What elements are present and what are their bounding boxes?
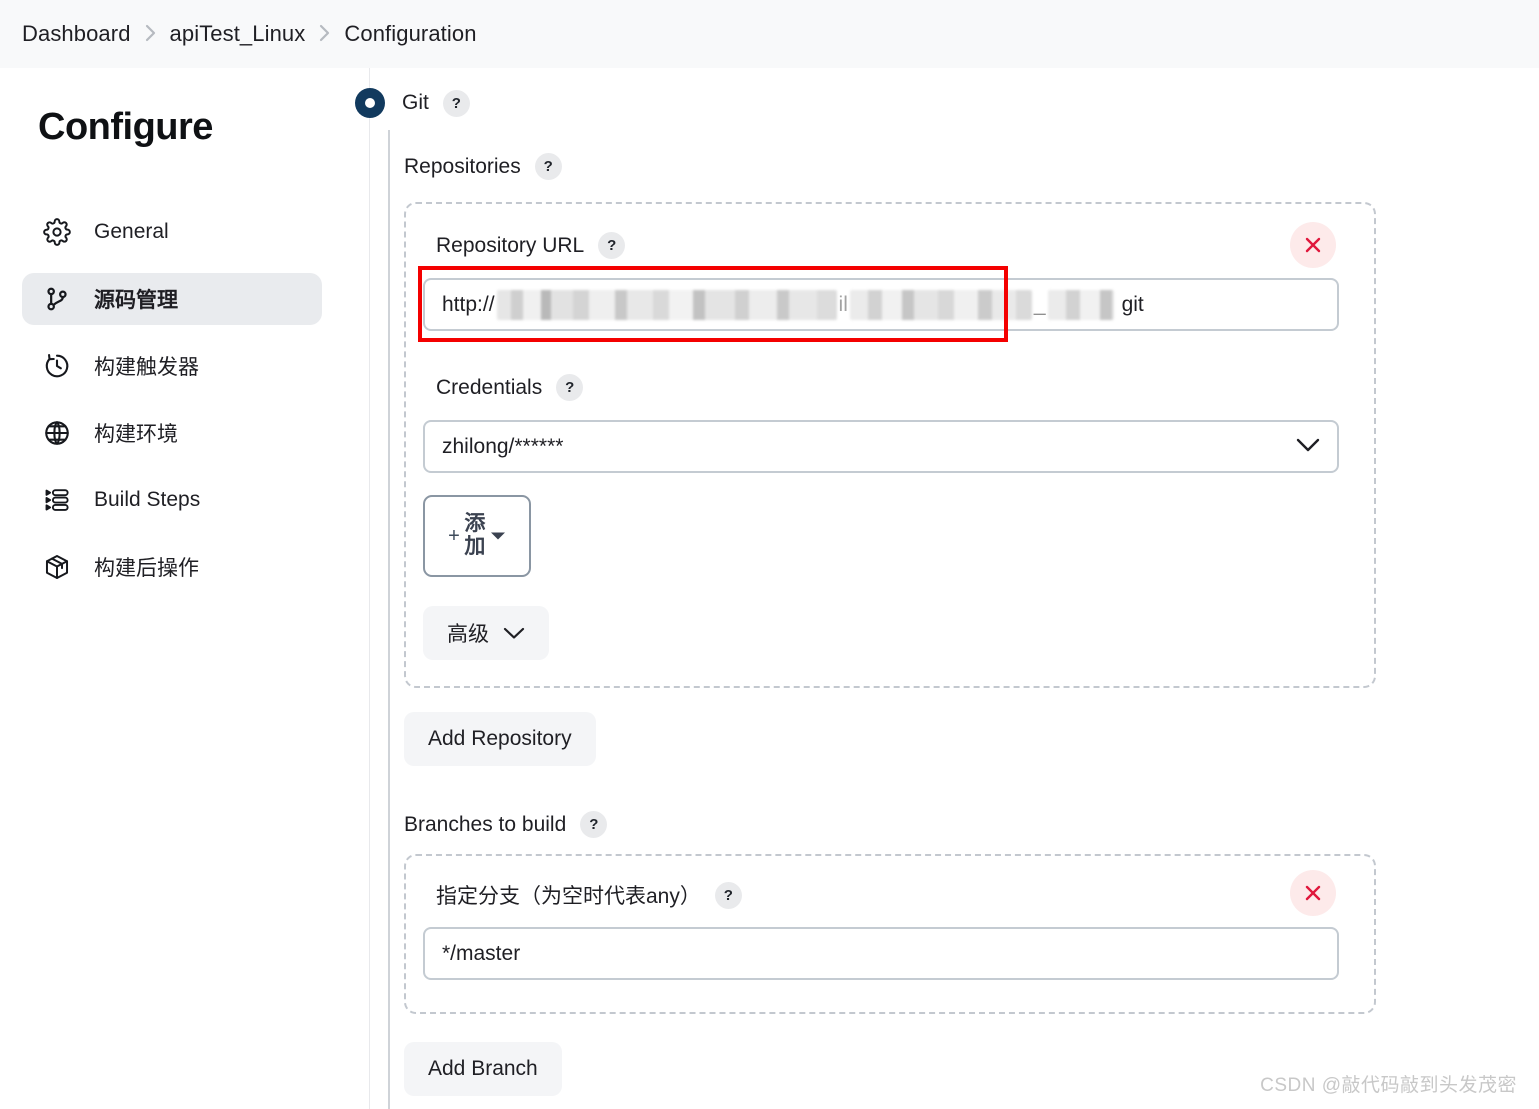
credentials-select[interactable]: zhilong/****** bbox=[423, 420, 1339, 473]
scm-option-git[interactable]: Git ? bbox=[355, 88, 470, 118]
git-branch-icon bbox=[42, 284, 72, 314]
caret-down-icon bbox=[490, 531, 506, 541]
sidebar-item-post-build-actions[interactable]: 构建后操作 bbox=[22, 541, 322, 593]
radio-git[interactable] bbox=[355, 88, 385, 118]
redacted-url-segment bbox=[497, 290, 837, 320]
branch-specifier-label: 指定分支（为空时代表any） ? bbox=[436, 880, 742, 910]
breadcrumb-item-configuration: Configuration bbox=[344, 21, 476, 47]
advanced-button[interactable]: 高级 bbox=[423, 606, 549, 660]
package-icon bbox=[42, 552, 72, 582]
breadcrumb-item-dashboard[interactable]: Dashboard bbox=[22, 21, 131, 47]
repositories-label-text: Repositories bbox=[404, 155, 521, 179]
configure-page: Dashboard apiTest_Linux Configuration Co… bbox=[0, 0, 1539, 1109]
sidebar-item-label: 构建后操作 bbox=[94, 552, 199, 582]
repository-url-input[interactable]: http:// il _ git bbox=[423, 278, 1339, 331]
add-credentials-button[interactable]: + 添加 bbox=[423, 495, 531, 577]
sidebar-item-source-code-management[interactable]: 源码管理 bbox=[22, 273, 322, 325]
help-icon[interactable]: ? bbox=[715, 882, 742, 909]
url-underscore: _ bbox=[1034, 293, 1046, 317]
plus-icon: + bbox=[448, 526, 460, 546]
repository-url-value: http:// il _ git bbox=[442, 290, 1144, 320]
sidebar-item-build-steps[interactable]: Build Steps bbox=[22, 474, 322, 526]
credentials-label-text: Credentials bbox=[436, 376, 542, 400]
redacted-url-segment bbox=[850, 290, 1032, 320]
breadcrumb-item-project[interactable]: apiTest_Linux bbox=[170, 21, 306, 47]
delete-repository-button[interactable] bbox=[1290, 222, 1336, 268]
add-repository-label: Add Repository bbox=[428, 727, 572, 751]
section-guide-line bbox=[388, 130, 390, 1109]
delete-branch-button[interactable] bbox=[1290, 870, 1336, 916]
advanced-label: 高级 bbox=[447, 618, 489, 648]
breadcrumb: Dashboard apiTest_Linux Configuration bbox=[0, 0, 1539, 68]
scm-panel: Git ? Repositories ? Repository URL ? bbox=[370, 68, 1539, 1109]
branches-label-text: Branches to build bbox=[404, 813, 566, 837]
sidebar-item-label: 源码管理 bbox=[94, 284, 178, 314]
sidebar-nav: General 源码管理 bbox=[22, 206, 322, 608]
chevron-down-icon bbox=[503, 627, 525, 640]
page-title: Configure bbox=[38, 106, 213, 149]
redacted-url-segment bbox=[1048, 290, 1114, 320]
url-suffix: git bbox=[1122, 293, 1144, 317]
globe-icon bbox=[42, 418, 72, 448]
branch-specifier-value: */master bbox=[442, 942, 520, 966]
branch-specifier-input[interactable]: */master bbox=[423, 927, 1339, 980]
chevron-right-icon bbox=[145, 24, 156, 42]
help-icon[interactable]: ? bbox=[443, 90, 470, 117]
sidebar: Configure General bbox=[0, 68, 370, 1109]
sidebar-item-build-triggers[interactable]: 构建触发器 bbox=[22, 340, 322, 392]
list-steps-icon bbox=[42, 485, 72, 515]
help-icon[interactable]: ? bbox=[535, 153, 562, 180]
sidebar-item-build-environment[interactable]: 构建环境 bbox=[22, 407, 322, 459]
repository-url-label: Repository URL ? bbox=[436, 232, 625, 259]
scm-option-label: Git bbox=[402, 91, 429, 115]
close-icon bbox=[1303, 235, 1323, 255]
branches-to-build-label: Branches to build ? bbox=[404, 811, 607, 838]
add-credentials-label: 添加 bbox=[463, 513, 487, 558]
sidebar-item-label: General bbox=[94, 220, 169, 244]
url-prefix: http:// bbox=[442, 293, 495, 317]
branch-specifier-label-text: 指定分支（为空时代表any） bbox=[436, 880, 701, 910]
watermark: CSDN @敲代码敲到头发茂密 bbox=[1260, 1070, 1517, 1097]
help-icon[interactable]: ? bbox=[598, 232, 625, 259]
add-branch-label: Add Branch bbox=[428, 1057, 538, 1081]
sidebar-item-general[interactable]: General bbox=[22, 206, 322, 258]
help-icon[interactable]: ? bbox=[556, 374, 583, 401]
credentials-label: Credentials ? bbox=[436, 374, 583, 401]
add-repository-button[interactable]: Add Repository bbox=[404, 712, 596, 766]
sidebar-item-label: Build Steps bbox=[94, 488, 200, 512]
sidebar-item-label: 构建环境 bbox=[94, 418, 178, 448]
close-icon bbox=[1303, 883, 1323, 903]
help-icon[interactable]: ? bbox=[580, 811, 607, 838]
add-branch-button[interactable]: Add Branch bbox=[404, 1042, 562, 1096]
gear-icon bbox=[42, 217, 72, 247]
clock-icon bbox=[42, 351, 72, 381]
credentials-selected-value: zhilong/****** bbox=[442, 435, 563, 459]
repository-url-label-text: Repository URL bbox=[436, 234, 584, 258]
chevron-down-icon bbox=[1296, 435, 1320, 459]
repository-block: Repository URL ? http:// il _ git bbox=[404, 202, 1376, 688]
url-middle-hint: il bbox=[839, 293, 848, 317]
branch-block: 指定分支（为空时代表any） ? */master bbox=[404, 854, 1376, 1014]
chevron-right-icon bbox=[319, 24, 330, 42]
repositories-label: Repositories ? bbox=[404, 153, 562, 180]
sidebar-item-label: 构建触发器 bbox=[94, 351, 199, 381]
